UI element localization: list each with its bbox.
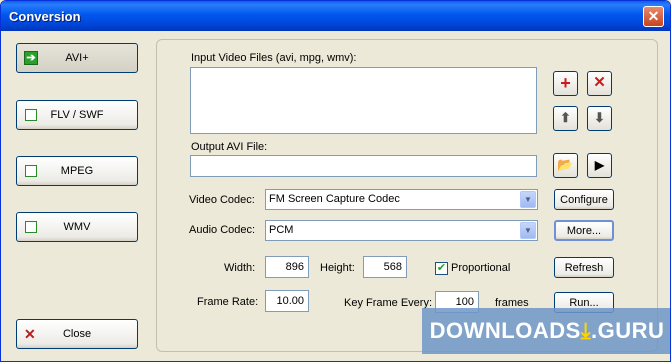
plus-icon: + (560, 73, 571, 93)
chevron-down-icon[interactable]: ▼ (520, 222, 536, 239)
configure-label: Configure (560, 193, 608, 206)
sidebar-item-flv-swf[interactable]: FLV / SWF (16, 100, 138, 130)
sidebar-item-label: AVI+ (65, 52, 89, 64)
arrow-down-icon: ⬇ (594, 110, 605, 125)
sidebar-item-mpeg[interactable]: MPEG (16, 156, 138, 186)
audio-codec-label: Audio Codec: (189, 224, 256, 236)
sidebar-item-avi[interactable]: ➔ AVI+ (16, 43, 138, 73)
move-up-button[interactable]: ⬆ (553, 106, 578, 131)
close-label: Close (62, 328, 92, 340)
window-title: Conversion (9, 9, 81, 24)
width-field[interactable]: 896 (265, 256, 309, 278)
proportional-label: Proportional (451, 262, 511, 274)
frame-rate-field[interactable]: 10.00 (265, 290, 309, 312)
watermark-prefix: DOWNLOADS (429, 318, 581, 343)
chevron-down-icon[interactable]: ▼ (520, 191, 536, 208)
arrow-up-icon: ⬆ (560, 110, 571, 125)
key-frame-label: Key Frame Every: (344, 297, 433, 309)
browse-folder-button[interactable]: 📂 (553, 153, 578, 178)
audio-codec-select[interactable]: PCM ▼ (265, 220, 538, 241)
configure-button[interactable]: Configure (554, 189, 614, 210)
sidebar-item-label: WMV (63, 221, 91, 233)
watermark: DOWNLOADS⤓.GURU (422, 308, 670, 354)
watermark-suffix: .GURU (591, 318, 665, 343)
remove-icon: ✕ (593, 74, 606, 91)
download-icon: ⤓ (580, 318, 591, 343)
video-codec-label: Video Codec: (189, 194, 255, 206)
more-label: More... (566, 224, 602, 237)
play-button[interactable]: ▶ (587, 153, 612, 178)
checkmark-icon: ✔ (436, 262, 447, 274)
window-close-button[interactable]: ✕ (643, 6, 664, 27)
audio-codec-value: PCM (269, 224, 294, 236)
output-file-label: Output AVI File: (191, 141, 268, 153)
add-file-button[interactable]: + (553, 71, 578, 96)
close-button[interactable]: ✕ Close (16, 319, 138, 349)
sidebar-item-wmv[interactable]: WMV (16, 212, 138, 242)
sidebar-item-label: FLV / SWF (50, 109, 104, 121)
remove-file-button[interactable]: ✕ (587, 71, 612, 96)
proportional-checkbox[interactable]: ✔ (435, 262, 448, 275)
video-codec-select[interactable]: FM Screen Capture Codec ▼ (265, 189, 538, 210)
height-field[interactable]: 568 (363, 256, 407, 278)
input-files-list[interactable] (190, 67, 537, 134)
height-label: Height: (320, 262, 355, 274)
input-files-label: Input Video Files (avi, mpg, wmv): (191, 52, 357, 64)
play-icon: ▶ (594, 158, 605, 172)
conversion-window: Conversion ✕ ➔ AVI+ FLV / SWF MPEG WMV ✕… (0, 0, 671, 362)
move-down-button[interactable]: ⬇ (587, 106, 612, 131)
close-icon: ✕ (647, 8, 660, 24)
refresh-button[interactable]: Refresh (554, 257, 614, 278)
folder-open-icon: 📂 (557, 157, 574, 172)
more-button[interactable]: More... (554, 220, 614, 241)
refresh-label: Refresh (564, 261, 604, 274)
title-bar[interactable]: Conversion ✕ (1, 1, 670, 31)
output-file-field[interactable] (190, 155, 537, 177)
run-label: Run... (569, 296, 599, 309)
width-label: Width: (224, 262, 256, 274)
frame-rate-label: Frame Rate: (197, 296, 259, 308)
sidebar-item-label: MPEG (60, 165, 94, 177)
video-codec-value: FM Screen Capture Codec (269, 193, 400, 205)
